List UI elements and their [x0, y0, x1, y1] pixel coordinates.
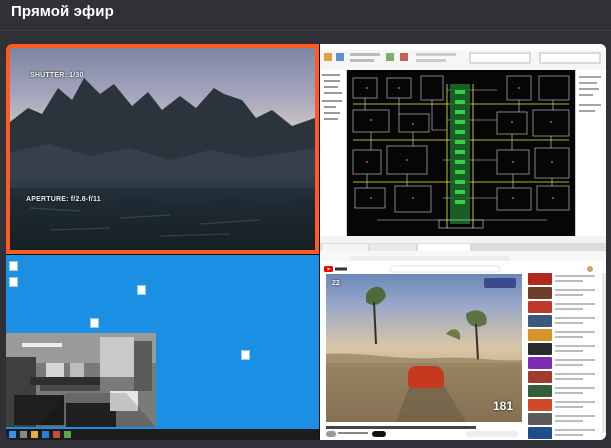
edge-icon[interactable] — [42, 431, 49, 438]
player-speed: 181 — [492, 399, 513, 413]
video-lake — [10, 179, 315, 250]
youtube-topbar — [320, 261, 606, 273]
desktop-icon[interactable] — [9, 277, 18, 287]
app-icon[interactable] — [53, 431, 60, 438]
recommendation-item[interactable] — [528, 385, 600, 398]
recommendation-item[interactable] — [528, 273, 600, 286]
video-info — [326, 425, 522, 440]
recommendations-list — [528, 273, 600, 440]
browser-tab[interactable] — [322, 244, 368, 251]
recommendation-item[interactable] — [528, 343, 600, 356]
desktop-icon[interactable] — [137, 285, 146, 295]
page-header: Прямой эфир — [0, 0, 611, 31]
stream-tile-cad[interactable] — [320, 44, 606, 254]
recommendation-item[interactable] — [528, 301, 600, 314]
recommendation-item[interactable] — [528, 371, 600, 384]
video-osd-bottom: APERTURE: f/2.8-f/11 — [26, 196, 101, 203]
browser-tabs — [320, 243, 606, 251]
stream-tile-desktop[interactable] — [6, 255, 319, 440]
cad-properties-panel[interactable] — [575, 70, 606, 236]
desktop-taskbar — [6, 429, 319, 440]
recommendation-item[interactable] — [528, 329, 600, 342]
browser-tab[interactable] — [370, 244, 416, 251]
app-icon[interactable] — [64, 431, 71, 438]
stream-tile-video[interactable]: SHUTTER: 1/30 APERTURE: f/2.8-f/11 — [6, 44, 319, 254]
desktop-icon[interactable] — [90, 318, 99, 328]
cad-schematic-icon — [352, 75, 570, 229]
cctv-camera-window[interactable] — [6, 333, 156, 427]
video-player[interactable]: 22 181 — [326, 274, 522, 422]
cctv-feed — [6, 333, 156, 427]
cad-ribbon — [320, 50, 606, 71]
desktop-icon[interactable] — [241, 350, 250, 360]
player-gear: 22 — [332, 280, 340, 287]
folder-icon[interactable] — [31, 431, 38, 438]
video-osd-top: SHUTTER: 1/30 — [30, 72, 84, 79]
browser-tab[interactable] — [418, 244, 470, 251]
cad-project-tree[interactable] — [320, 70, 347, 236]
recommendation-item[interactable] — [528, 399, 600, 412]
game-car — [408, 366, 444, 388]
recommendation-item[interactable] — [528, 287, 600, 300]
game-logo — [484, 278, 516, 288]
recommendation-item[interactable] — [528, 413, 600, 426]
recommendation-item[interactable] — [528, 427, 600, 440]
stream-wall: SHUTTER: 1/30 APERTURE: f/2.8-f/11 22 18… — [6, 44, 606, 440]
scrollbar[interactable] — [602, 273, 606, 433]
stream-tile-youtube[interactable]: 22 181 — [320, 243, 606, 440]
desktop-icon[interactable] — [9, 261, 18, 271]
recommendation-item[interactable] — [528, 357, 600, 370]
search-icon[interactable] — [20, 431, 27, 438]
start-icon[interactable] — [9, 431, 16, 438]
recommendation-item[interactable] — [528, 315, 600, 328]
page-title: Прямой эфир — [11, 3, 114, 20]
cad-drawing-canvas[interactable] — [347, 70, 576, 236]
